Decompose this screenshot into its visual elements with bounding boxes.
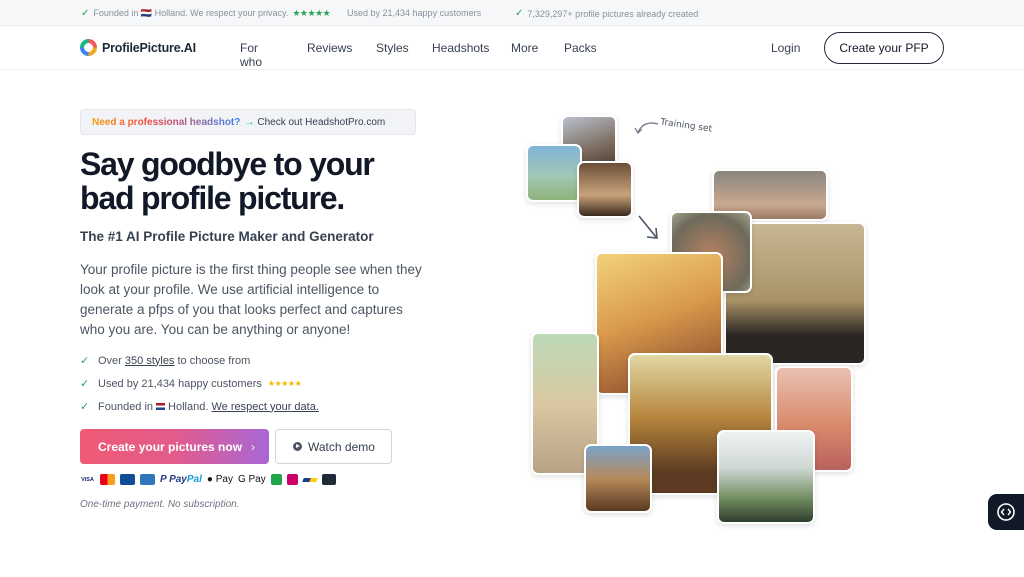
checklist-item-founded: ✓ Founded in Holland. We respect your da… <box>80 395 319 418</box>
google-pay-icon: G Pay <box>237 474 266 485</box>
brand-name: ProfilePicture.AI <box>102 40 196 55</box>
headshot-promo-banner[interactable]: Need a professional headshot? → Check ou… <box>80 109 416 135</box>
check-icon: ✓ <box>80 401 90 413</box>
code-circle-icon <box>997 503 1015 521</box>
nav-link-styles[interactable]: Styles <box>376 41 409 55</box>
nav-link-headshots[interactable]: Headshots <box>432 41 489 55</box>
watch-demo-button[interactable]: Watch demo <box>275 429 392 464</box>
create-pictures-label: Create your pictures now <box>98 439 243 454</box>
announcement-bar: ✓ Founded in 🇳🇱 Holland. We respect your… <box>0 0 1024 26</box>
mastercard-icon <box>100 474 115 485</box>
create-pictures-button[interactable]: Create your pictures now › <box>80 429 269 464</box>
nav-link-packs[interactable]: Packs <box>564 41 597 55</box>
training-photo-2 <box>526 144 582 202</box>
play-icon <box>293 442 302 451</box>
nav-link-more[interactable]: More <box>511 41 538 55</box>
checklist-text: Used by 21,434 happy customers <box>98 377 262 390</box>
hero-subheadline: The #1 AI Profile Picture Maker and Gene… <box>80 229 374 244</box>
payment-methods: VISA P PayPal ● Pay G Pay <box>80 474 336 485</box>
check-icon: ✓ <box>81 8 90 19</box>
p24-icon <box>321 474 336 485</box>
feature-checklist: ✓ Over 350 styles to choose from ✓ Used … <box>80 349 319 418</box>
hero-headline: Say goodbye to your bad profile picture. <box>80 146 375 216</box>
training-set-label: Training set <box>659 117 713 135</box>
apple-pay-icon: ● Pay <box>207 474 233 485</box>
checklist-item-styles: ✓ Over 350 styles to choose from <box>80 349 319 372</box>
chevron-right-icon: › <box>251 439 256 454</box>
rating-stars: ★★★★★ <box>267 379 302 388</box>
announcement-customers: Used by 21,434 happy customers <box>347 8 481 18</box>
watch-demo-label: Watch demo <box>308 439 375 454</box>
checklist-text: Over <box>98 354 122 367</box>
generated-portrait-9 <box>717 430 815 524</box>
announcement-created: ✓ 7,329,297+ profile pictures already cr… <box>515 8 698 19</box>
visa-icon: VISA <box>80 474 95 485</box>
netherlands-flag-icon <box>156 403 166 410</box>
arrow-down-right-icon <box>638 215 658 239</box>
giropay-icon <box>270 474 282 485</box>
logo-icon <box>80 39 97 56</box>
create-pfp-button[interactable]: Create your PFP <box>824 32 944 64</box>
announcement-privacy: ✓ Founded in 🇳🇱 Holland. We respect your… <box>81 8 331 19</box>
checklist-text: Founded in <box>98 400 154 413</box>
generated-portrait-8 <box>584 444 652 513</box>
check-icon: ✓ <box>515 8 524 19</box>
ideal-icon <box>286 474 298 485</box>
login-link[interactable]: Login <box>771 41 800 55</box>
bancontact-icon <box>302 474 318 485</box>
paypal-text-b: Pal <box>186 474 202 485</box>
amex-icon <box>140 474 155 485</box>
brand-logo[interactable]: ProfilePicture.AI <box>80 39 196 56</box>
paypal-text-a: P Pay <box>160 474 187 485</box>
promo-highlight: Need a professional headshot? <box>92 116 241 128</box>
floating-chat-widget[interactable] <box>988 494 1024 530</box>
promo-text: Check out HeadshotPro.com <box>257 116 386 128</box>
privacy-link[interactable]: We respect your data. <box>211 401 318 413</box>
checklist-text: to choose from <box>177 354 251 367</box>
checklist-text: Holland. <box>168 400 209 413</box>
announcement-customers-text: Used by 21,434 happy customers <box>347 8 482 18</box>
checklist-item-customers: ✓ Used by 21,434 happy customers ★★★★★ <box>80 372 319 395</box>
rating-stars: ★★★★★ <box>292 8 331 18</box>
check-icon: ✓ <box>80 378 90 390</box>
styles-link[interactable]: 350 styles <box>125 355 175 367</box>
nav-link-for-who[interactable]: For who <box>240 41 262 69</box>
check-icon: ✓ <box>80 355 90 367</box>
main-nav: ProfilePicture.AI For who Reviews Styles… <box>0 26 1024 70</box>
hero-description: Your profile picture is the first thing … <box>80 262 422 337</box>
announcement-privacy-text: Founded in 🇳🇱 Holland. We respect your p… <box>93 8 289 18</box>
apple-pay-text: Pay <box>212 474 233 485</box>
payment-note: One-time payment. No subscription. <box>80 499 240 510</box>
jcb-icon <box>120 474 135 485</box>
arrow-right-icon: → <box>244 116 255 128</box>
training-photo-3 <box>577 161 633 218</box>
paypal-icon: P PayPal <box>160 474 202 485</box>
announcement-created-text: 7,329,297+ profile pictures already crea… <box>527 8 699 19</box>
curved-arrow-icon <box>634 122 659 134</box>
nav-link-reviews[interactable]: Reviews <box>307 41 352 55</box>
